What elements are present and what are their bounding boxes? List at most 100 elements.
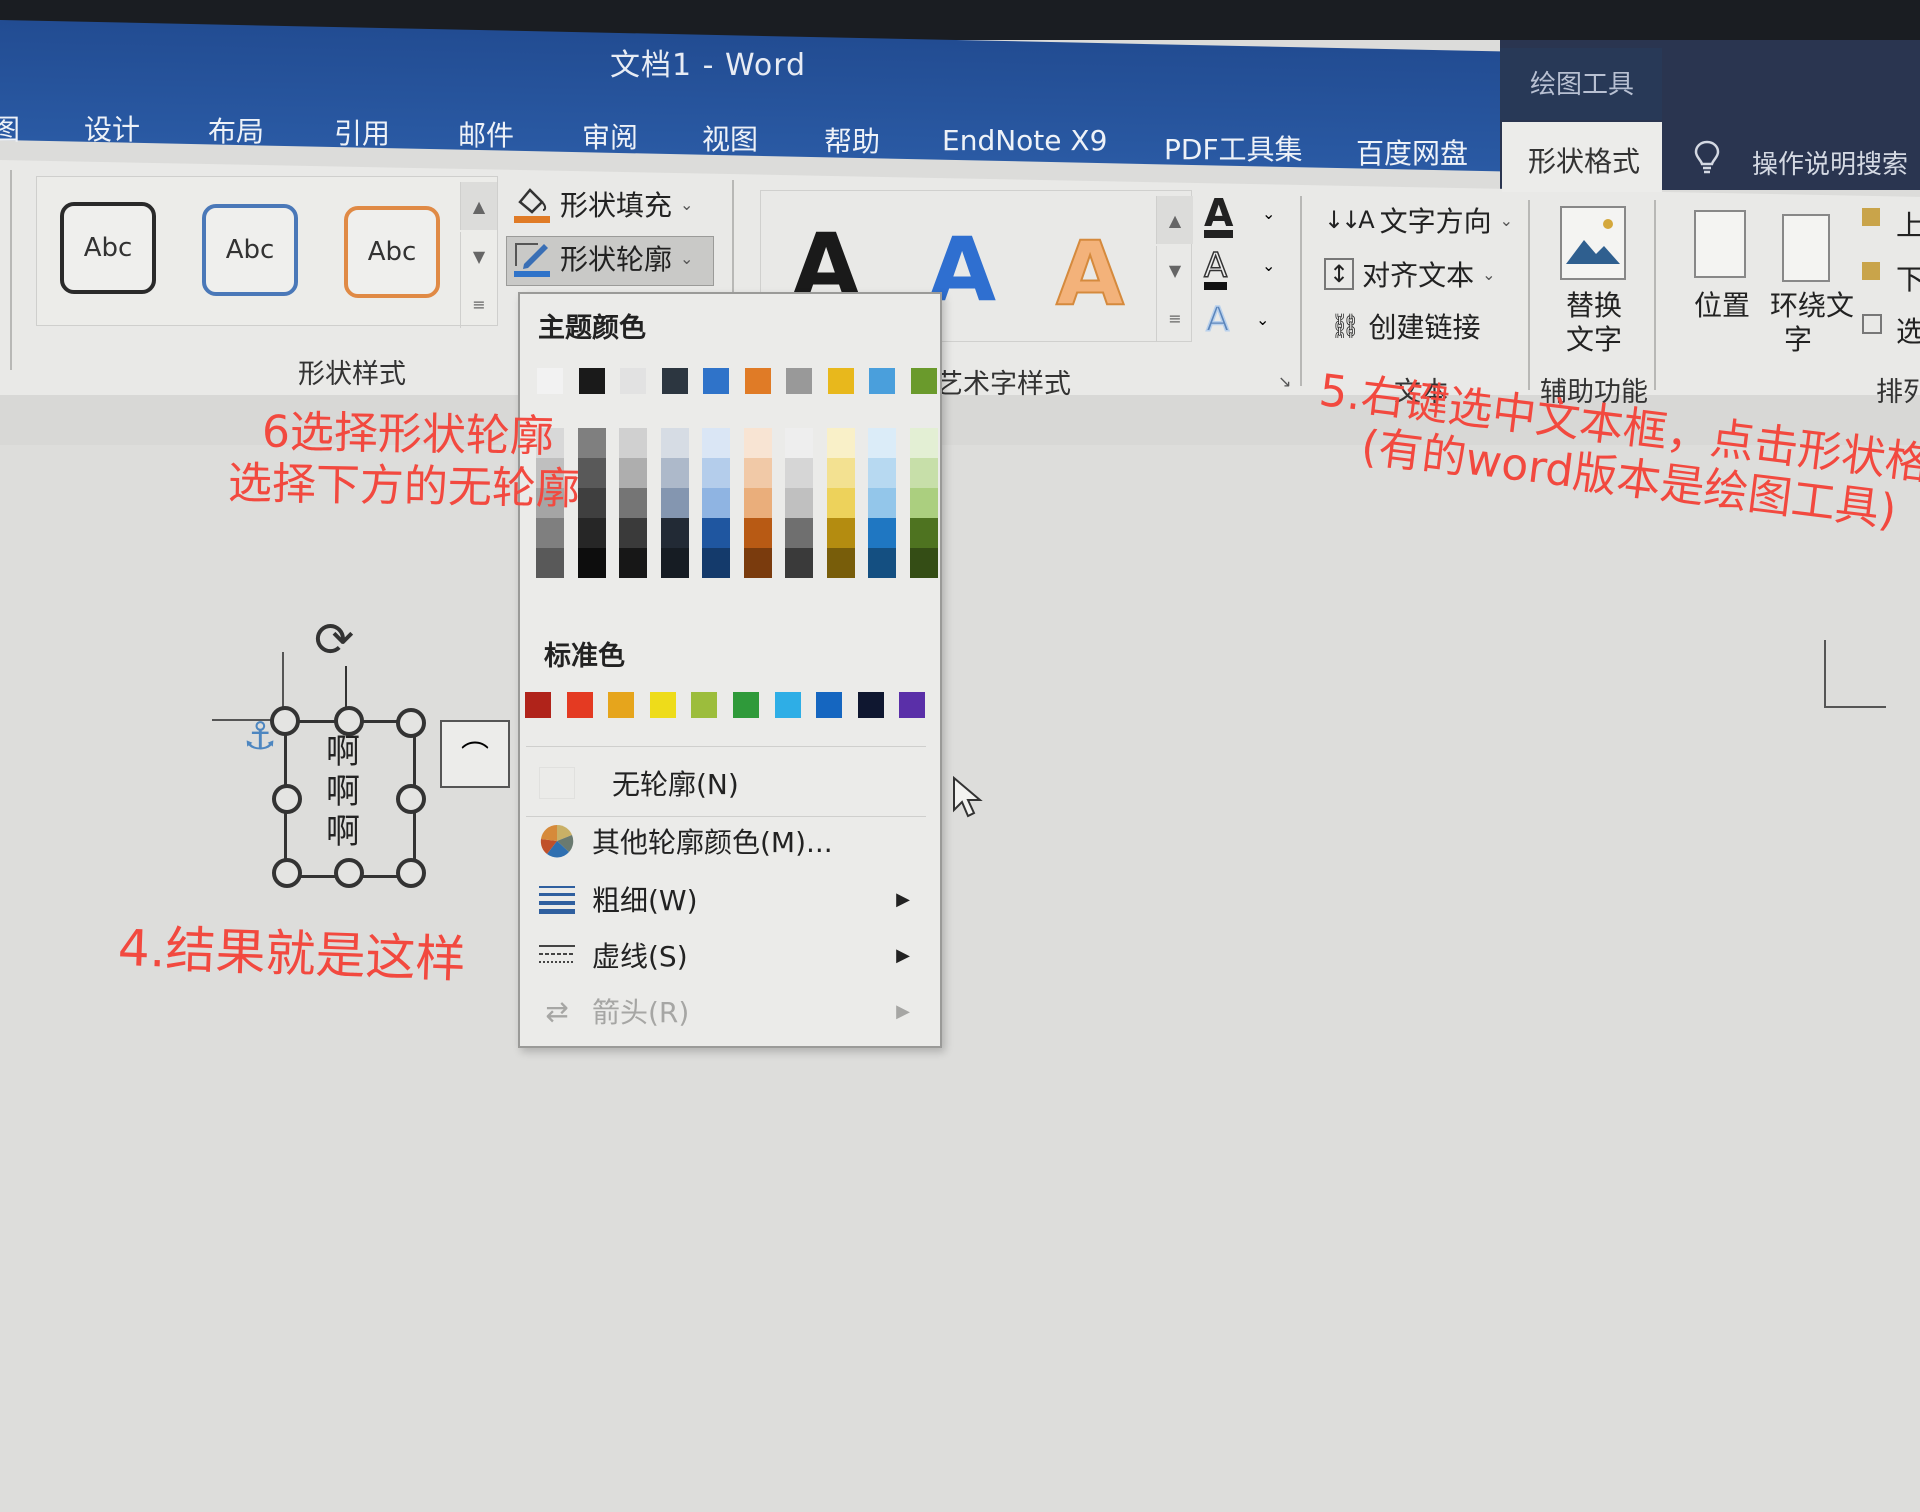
resize-handle[interactable] — [396, 858, 426, 888]
standard-color-swatch[interactable] — [566, 692, 593, 718]
theme-shade-swatch[interactable] — [702, 428, 730, 458]
theme-shade-swatch[interactable] — [660, 458, 689, 488]
tab-design[interactable]: 设计 — [84, 108, 140, 148]
theme-color-swatch[interactable] — [786, 368, 812, 394]
standard-color-swatch[interactable] — [733, 692, 759, 718]
tab-references[interactable]: 引用 — [334, 112, 390, 152]
text-direction-button[interactable]: ↓↓A 文字方向 ⌄ — [1324, 200, 1513, 240]
tab-picture[interactable]: 图 — [0, 108, 20, 148]
theme-shade-swatch[interactable] — [909, 428, 938, 458]
theme-shade-swatch[interactable] — [536, 548, 564, 578]
alt-text-button[interactable] — [1560, 206, 1626, 280]
theme-shade-swatch[interactable] — [660, 428, 689, 458]
dialog-launcher-icon[interactable]: ↘ — [1278, 372, 1291, 391]
theme-shade-swatch[interactable] — [826, 458, 855, 488]
wrap-text-label-2[interactable]: 字 — [1784, 318, 1812, 358]
theme-color-swatch[interactable] — [703, 368, 729, 394]
standard-color-swatch[interactable] — [608, 692, 635, 718]
theme-shade-swatch[interactable] — [702, 518, 730, 548]
theme-shade-swatch[interactable] — [660, 518, 689, 548]
theme-shade-swatch[interactable] — [577, 548, 606, 578]
chevron-down-icon[interactable]: ⌄ — [1262, 204, 1275, 223]
theme-shade-swatch[interactable] — [619, 458, 647, 488]
tab-view[interactable]: 视图 — [702, 118, 758, 158]
selection-pane-label[interactable]: 选 — [1896, 310, 1920, 350]
standard-color-swatch[interactable] — [525, 692, 551, 718]
theme-shade-swatch[interactable] — [785, 488, 813, 518]
text-outline-icon[interactable]: A — [1203, 248, 1228, 290]
bring-forward-icon[interactable] — [1862, 208, 1880, 226]
theme-shade-swatch[interactable] — [909, 518, 938, 548]
theme-shade-swatch[interactable] — [826, 548, 855, 578]
theme-shade-swatch[interactable] — [785, 458, 813, 488]
theme-shade-swatch[interactable] — [868, 548, 896, 578]
theme-shade-swatch[interactable] — [826, 488, 855, 518]
theme-shade-swatch[interactable] — [909, 548, 938, 578]
theme-shade-swatch[interactable] — [702, 488, 730, 518]
dashes-item[interactable]: 虚线(S) ▶ — [524, 930, 930, 980]
text-effects-icon[interactable]: A — [1205, 299, 1230, 341]
theme-shade-swatch[interactable] — [868, 518, 896, 548]
create-link-button[interactable]: ⛓ 创建链接 — [1330, 306, 1480, 346]
theme-shade-swatch[interactable] — [660, 488, 689, 518]
shape-outline-content[interactable]: 形状轮廓 ⌄ — [512, 238, 693, 278]
wrap-text-icon[interactable] — [1782, 214, 1830, 282]
theme-color-swatch[interactable] — [620, 368, 646, 394]
theme-color-swatch[interactable] — [869, 368, 895, 394]
theme-shade-swatch[interactable] — [619, 488, 647, 518]
theme-shade-swatch[interactable] — [660, 548, 689, 578]
chevron-down-icon[interactable]: ⌄ — [1262, 256, 1275, 275]
position-icon[interactable] — [1694, 210, 1746, 278]
tab-baidu-netdisk[interactable]: 百度网盘 — [1356, 132, 1468, 172]
gallery-scroll-up[interactable]: ▲ — [460, 182, 497, 230]
theme-color-swatch[interactable] — [661, 368, 688, 394]
theme-shade-swatch[interactable] — [909, 458, 938, 488]
wordart-preset[interactable]: A — [1055, 221, 1125, 326]
resize-handle[interactable] — [272, 858, 302, 888]
theme-color-swatch[interactable] — [910, 368, 937, 394]
text-fill-icon[interactable]: A — [1204, 194, 1234, 238]
theme-shade-swatch[interactable] — [619, 518, 647, 548]
theme-shade-swatch[interactable] — [826, 428, 855, 458]
position-label[interactable]: 位置 — [1694, 284, 1750, 324]
theme-color-swatch[interactable] — [827, 368, 854, 394]
resize-handle[interactable] — [396, 708, 426, 738]
more-outline-colors-item[interactable]: 其他轮廓颜色(M)... — [524, 816, 930, 866]
tab-mailings[interactable]: 邮件 — [458, 114, 514, 154]
send-backward-icon[interactable] — [1862, 262, 1880, 280]
tab-review[interactable]: 审阅 — [582, 116, 638, 156]
resize-handle[interactable] — [272, 784, 302, 814]
layout-options-button[interactable]: ⌒ — [440, 720, 510, 788]
theme-shade-swatch[interactable] — [785, 518, 813, 548]
no-outline-item[interactable]: 无轮廓(N) — [524, 758, 930, 808]
theme-shade-swatch[interactable] — [785, 428, 813, 458]
wordart-scroll-down[interactable]: ▼ — [1156, 246, 1193, 294]
theme-shade-swatch[interactable] — [785, 548, 813, 578]
theme-shade-swatch[interactable] — [702, 458, 730, 488]
tab-help[interactable]: 帮助 — [824, 120, 880, 160]
resize-handle[interactable] — [334, 858, 364, 888]
theme-shade-swatch[interactable] — [619, 548, 647, 578]
theme-shade-swatch[interactable] — [743, 548, 772, 578]
tell-me-search[interactable]: 操作说明搜索 — [1752, 144, 1908, 181]
chevron-down-icon[interactable]: ⌄ — [1256, 310, 1269, 329]
wordart-expand[interactable]: ≡ — [1156, 294, 1193, 342]
selection-pane-icon[interactable] — [1862, 314, 1882, 334]
theme-shade-swatch[interactable] — [743, 488, 772, 518]
theme-shade-swatch[interactable] — [702, 548, 730, 578]
theme-shade-swatch[interactable] — [868, 488, 896, 518]
theme-shade-swatch[interactable] — [868, 428, 896, 458]
standard-color-swatch[interactable] — [649, 692, 676, 718]
standard-color-swatch[interactable] — [816, 692, 843, 718]
theme-shade-swatch[interactable] — [577, 428, 606, 458]
tab-endnote[interactable]: EndNote X9 — [942, 124, 1107, 157]
gallery-expand[interactable]: ≡ — [460, 280, 497, 328]
resize-handle[interactable] — [270, 706, 300, 736]
standard-color-swatch[interactable] — [899, 692, 926, 718]
theme-shade-swatch[interactable] — [826, 518, 855, 548]
shape-style-preset[interactable]: Abc — [344, 206, 440, 298]
theme-shade-swatch[interactable] — [577, 518, 606, 548]
theme-shade-swatch[interactable] — [577, 458, 606, 488]
wordart-scroll-up[interactable]: ▲ — [1156, 196, 1193, 244]
tab-pdf-tools[interactable]: PDF工具集 — [1164, 128, 1303, 168]
